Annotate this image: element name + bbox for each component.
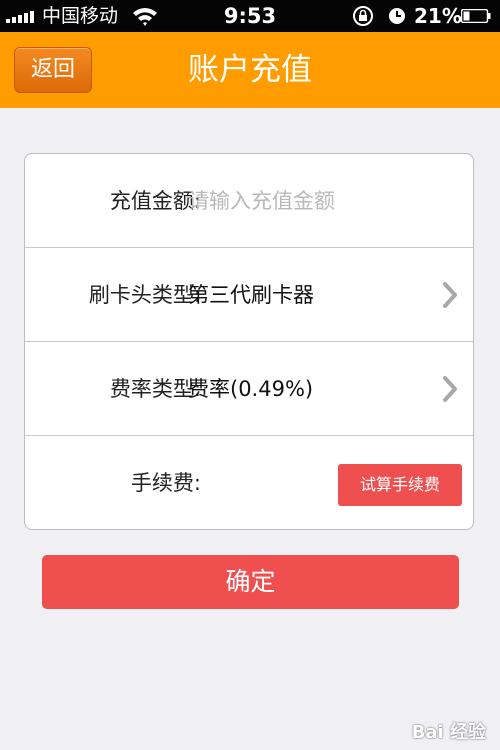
card-reader-row[interactable]: 刷卡头类型: 第三代刷卡器 [25,248,473,342]
calculate-fee-button[interactable]: 试算手续费 [338,464,462,506]
amount-row[interactable]: 充值金额: 请输入充值金额 [25,154,473,248]
card-reader-value: 第三代刷卡器 [188,283,314,307]
rate-type-row[interactable]: 费率类型: 费率(0.49%) [25,342,473,436]
back-button[interactable]: 返回 [14,47,92,93]
chevron-right-icon [443,376,457,402]
fee-label: 手续费: [130,471,201,495]
fee-row: 手续费: 试算手续费 [25,436,473,530]
watermark: Bai 经验 [411,722,486,743]
battery-percentage: 21% [414,4,462,28]
chevron-right-icon [443,282,457,308]
recharge-form: 充值金额: 请输入充值金额 刷卡头类型: 第三代刷卡器 费率类型: 费率(0.4… [24,153,474,530]
battery-icon [461,9,491,23]
card-reader-label: 刷卡头类型: [88,283,201,307]
status-bar: 中国移动 9:53 21% [0,0,500,32]
rate-type-value: 费率(0.49%) [188,377,314,401]
alarm-clock-icon [389,8,405,24]
navigation-bar: 账户充值 返回 [0,32,500,108]
rotation-lock-icon [353,6,373,26]
confirm-button[interactable]: 确定 [42,555,459,609]
amount-input[interactable]: 请输入充值金额 [188,154,335,248]
